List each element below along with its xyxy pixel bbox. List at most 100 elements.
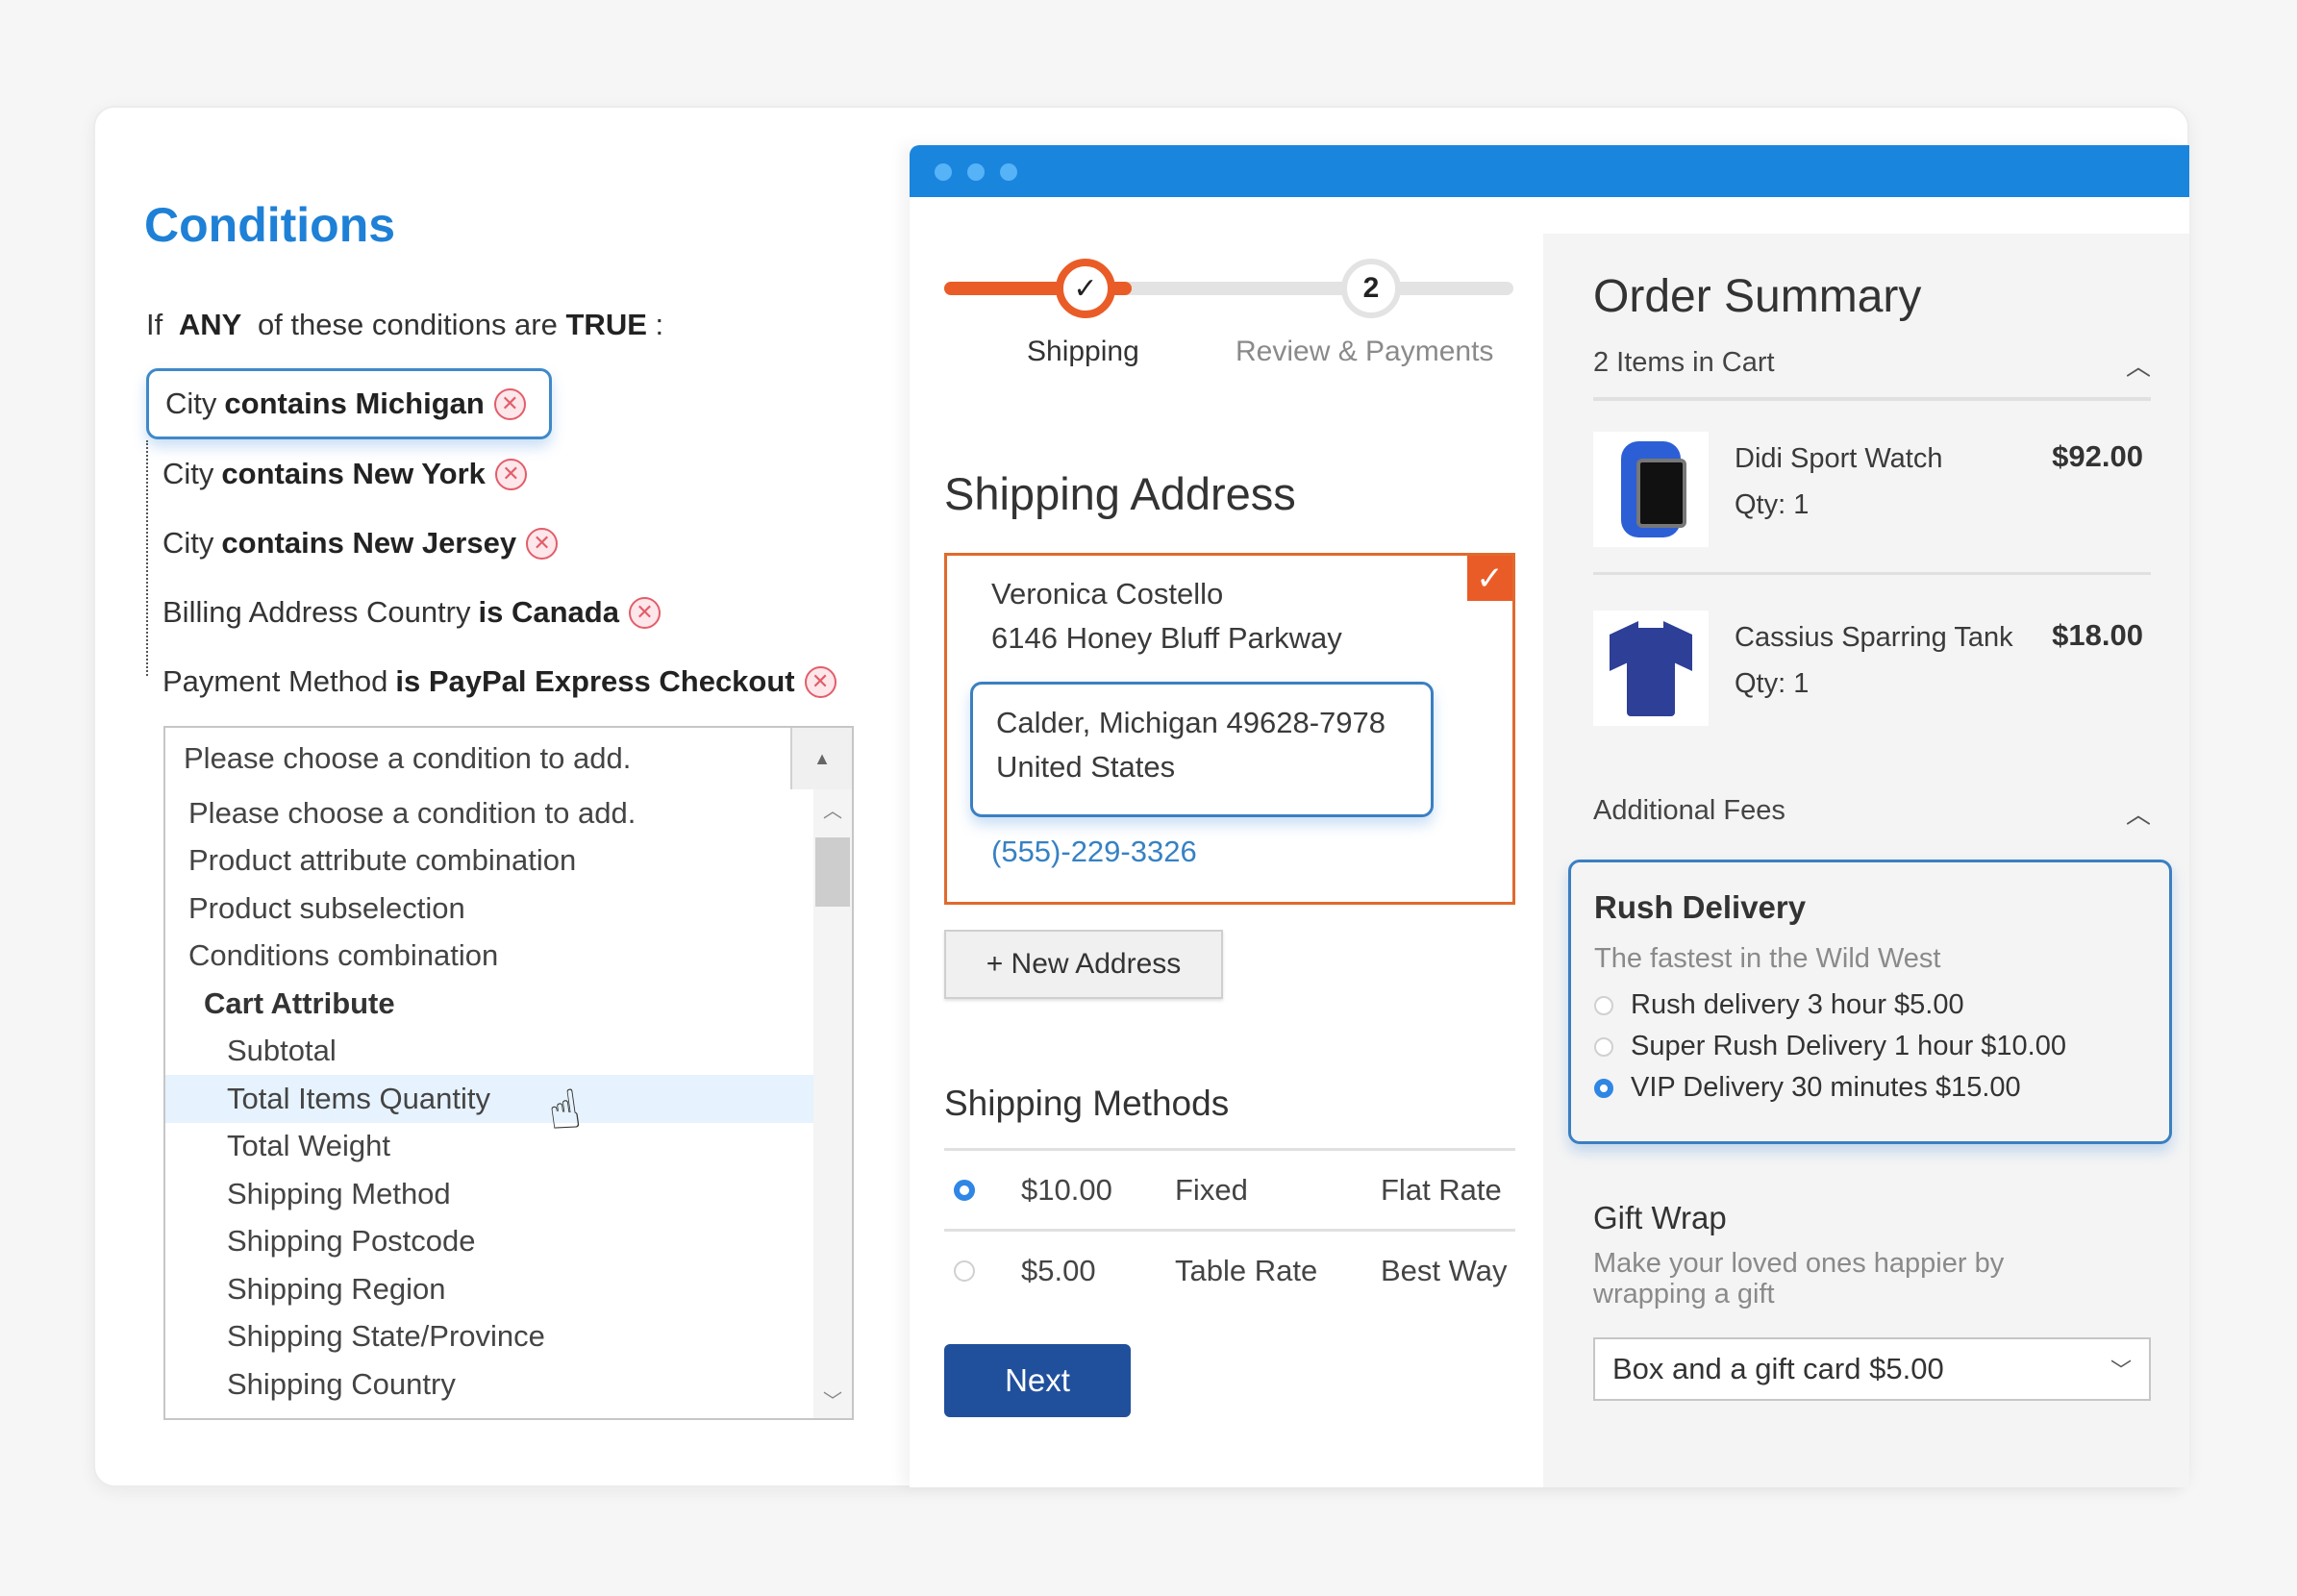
circle-x-icon[interactable]: ✕ bbox=[494, 458, 527, 490]
option-item[interactable]: Shipping State/Province bbox=[165, 1313, 815, 1361]
aggregator-toggle[interactable]: ANY bbox=[179, 308, 241, 341]
item-name: Cassius Sparring Tank bbox=[1735, 622, 2013, 653]
rule-value[interactable]: contains New Jersey bbox=[221, 526, 516, 561]
condition-rule[interactable]: City contains New York ✕ bbox=[146, 439, 877, 509]
rule-value[interactable]: is Canada bbox=[479, 595, 619, 630]
conditions-title: Conditions bbox=[144, 198, 396, 252]
method-name: Table Rate bbox=[1175, 1253, 1318, 1287]
option-item[interactable]: Subtotal bbox=[165, 1028, 815, 1076]
rush-delivery-title: Rush Delivery bbox=[1594, 889, 1807, 925]
window-dot-icon bbox=[967, 163, 985, 181]
step-label-shipping[interactable]: Shipping bbox=[1027, 336, 1139, 368]
radio-button[interactable] bbox=[954, 1179, 975, 1201]
scrollbar-thumb[interactable] bbox=[815, 837, 850, 907]
option-item[interactable]: Product subselection bbox=[165, 885, 815, 933]
shipping-method-row[interactable]: $5.00 Table Rate Best Way bbox=[944, 1229, 1515, 1309]
select-value[interactable]: Please choose a condition to add. bbox=[165, 728, 790, 789]
item-price: $92.00 bbox=[2052, 439, 2143, 473]
cart-item: Didi Sport Watch Qty: 1 $92.00 bbox=[1593, 432, 2151, 549]
rush-delivery-description: The fastest in the Wild West bbox=[1594, 943, 1941, 974]
rush-option[interactable]: Rush delivery 3 hour $5.00 bbox=[1594, 989, 1964, 1021]
list-scrollbar[interactable]: ︿ ﹀ bbox=[813, 789, 852, 1418]
radio-button[interactable] bbox=[1594, 995, 1613, 1015]
option-item[interactable]: Product attribute combination bbox=[165, 837, 815, 885]
item-price: $18.00 bbox=[2052, 618, 2143, 652]
circle-x-icon[interactable]: ✕ bbox=[493, 387, 526, 420]
checkout-window: ✓ 2 Shipping Review & Payments Shipping … bbox=[910, 145, 2189, 1487]
check-icon[interactable]: ✓ bbox=[1056, 259, 1115, 318]
rule-value[interactable]: contains Michigan bbox=[224, 387, 484, 421]
shirt-image bbox=[1593, 611, 1709, 726]
rule-attribute[interactable]: City bbox=[162, 457, 213, 491]
add-condition-select[interactable]: Please choose a condition to add. ▲ bbox=[163, 726, 854, 791]
order-summary: Order Summary 2 Items in Cart ︿ Didi Spo… bbox=[1543, 234, 2189, 1487]
gift-wrap-select[interactable]: Box and a gift card $5.00 ﹀ bbox=[1593, 1337, 2151, 1401]
chevron-up-icon[interactable]: ︿ bbox=[2126, 347, 2151, 383]
checkout-progress: ✓ 2 bbox=[944, 245, 1513, 332]
rule-value[interactable]: is PayPal Express Checkout bbox=[395, 664, 794, 699]
method-carrier: Flat Rate bbox=[1381, 1172, 1502, 1207]
conditions-intro: If ANY of these conditions are TRUE : bbox=[146, 308, 663, 342]
condition-rule[interactable]: City contains Michigan ✕ bbox=[146, 368, 552, 439]
rule-attribute[interactable]: City bbox=[165, 387, 216, 421]
condition-options-list[interactable]: Please choose a condition to add. Produc… bbox=[163, 789, 854, 1420]
items-in-cart-toggle[interactable]: 2 Items in Cart bbox=[1593, 347, 1775, 379]
step-label-review[interactable]: Review & Payments bbox=[1236, 336, 1493, 368]
rush-option-label[interactable]: Super Rush Delivery 1 hour $10.00 bbox=[1631, 1031, 2066, 1062]
gift-wrap-value[interactable]: Box and a gift card $5.00 bbox=[1612, 1352, 1944, 1386]
rush-option-label[interactable]: VIP Delivery 30 minutes $15.00 bbox=[1631, 1072, 2021, 1104]
condition-rule[interactable]: City contains New Jersey ✕ bbox=[146, 509, 877, 578]
option-item[interactable]: Conditions combination bbox=[165, 933, 815, 981]
new-address-button[interactable]: + New Address bbox=[944, 930, 1223, 999]
window-title-bar bbox=[910, 145, 2189, 197]
divider bbox=[1593, 572, 2151, 575]
window-dot-icon bbox=[1000, 163, 1017, 181]
rule-value[interactable]: contains New York bbox=[221, 457, 486, 491]
shipping-method-row[interactable]: $10.00 Fixed Flat Rate bbox=[944, 1148, 1515, 1229]
gift-wrap-description: Make your loved ones happier by wrapping… bbox=[1593, 1248, 2005, 1309]
order-summary-title: Order Summary bbox=[1593, 271, 1922, 322]
circle-x-icon[interactable]: ✕ bbox=[804, 665, 836, 698]
option-item[interactable]: Shipping Country bbox=[165, 1360, 815, 1409]
rush-option[interactable]: Super Rush Delivery 1 hour $10.00 bbox=[1594, 1031, 2066, 1062]
radio-button[interactable] bbox=[954, 1259, 975, 1282]
item-qty: Qty: 1 bbox=[1735, 489, 1810, 520]
additional-fees-toggle[interactable]: Additional Fees bbox=[1593, 795, 1785, 827]
option-item[interactable]: Shipping Region bbox=[165, 1265, 815, 1313]
rule-attribute[interactable]: Billing Address Country bbox=[162, 595, 471, 630]
rush-option[interactable]: VIP Delivery 30 minutes $15.00 bbox=[1594, 1072, 2021, 1104]
option-item[interactable]: Please choose a condition to add. bbox=[165, 789, 815, 837]
conditions-tree: City contains Michigan ✕ City contains N… bbox=[146, 368, 877, 716]
chevron-down-icon[interactable]: ﹀ bbox=[813, 1380, 852, 1418]
divider bbox=[1593, 397, 2151, 401]
chevron-down-icon[interactable]: ﹀ bbox=[2110, 1354, 2132, 1384]
option-item[interactable]: Shipping Postcode bbox=[165, 1218, 815, 1266]
shipping-address-title: Shipping Address bbox=[944, 468, 1296, 519]
chevron-up-icon[interactable]: ︿ bbox=[813, 789, 852, 828]
rush-option-label[interactable]: Rush delivery 3 hour $5.00 bbox=[1631, 989, 1964, 1021]
condition-rule[interactable]: Billing Address Country is Canada ✕ bbox=[146, 578, 877, 647]
rule-attribute[interactable]: City bbox=[162, 526, 213, 561]
shipping-methods-title: Shipping Methods bbox=[944, 1084, 1230, 1123]
option-item[interactable]: Total Weight bbox=[165, 1123, 815, 1171]
option-group-label: Cart Attribute bbox=[204, 985, 395, 1020]
option-item[interactable]: Shipping Method bbox=[165, 1170, 815, 1218]
circle-x-icon[interactable]: ✕ bbox=[526, 527, 559, 560]
value-toggle[interactable]: TRUE bbox=[566, 308, 647, 341]
rush-delivery-card: Rush Delivery The fastest in the Wild We… bbox=[1568, 860, 2172, 1144]
radio-button[interactable] bbox=[1594, 1036, 1613, 1057]
address-card[interactable]: ✓ Veronica Costello 6146 Honey Bluff Par… bbox=[944, 553, 1515, 905]
rule-attribute[interactable]: Payment Method bbox=[162, 664, 387, 699]
step-number[interactable]: 2 bbox=[1341, 259, 1401, 318]
triangle-up-icon[interactable]: ▲ bbox=[790, 728, 852, 789]
chevron-up-icon[interactable]: ︿ bbox=[2126, 795, 2151, 831]
next-button[interactable]: Next bbox=[944, 1344, 1131, 1417]
radio-button[interactable] bbox=[1594, 1078, 1613, 1098]
method-name: Fixed bbox=[1175, 1172, 1248, 1207]
option-item-hovered[interactable]: Total Items Quantity bbox=[165, 1075, 815, 1123]
method-price: $5.00 bbox=[1021, 1253, 1096, 1287]
condition-rule[interactable]: Payment Method is PayPal Express Checkou… bbox=[146, 647, 877, 716]
intro-middle: of these conditions are bbox=[257, 308, 558, 341]
circle-x-icon[interactable]: ✕ bbox=[628, 596, 661, 629]
address-phone-link[interactable]: (555)-229-3326 bbox=[991, 835, 1197, 869]
